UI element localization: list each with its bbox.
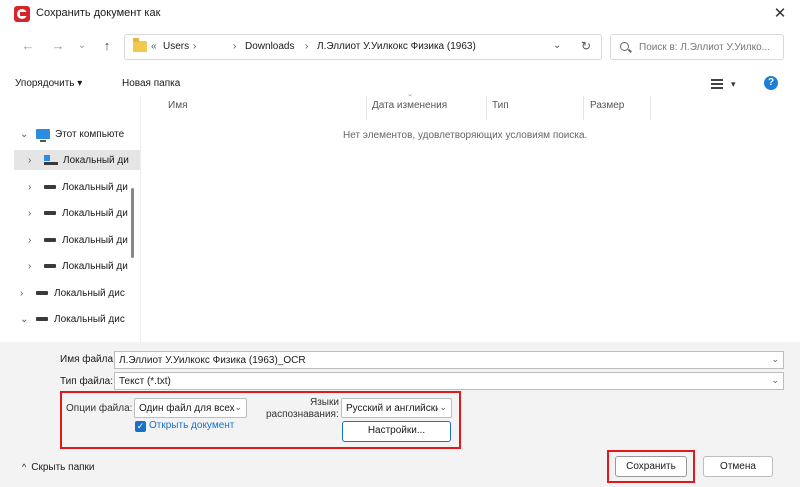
sidebar-item-this-pc[interactable]: ⌄ Этот компьюте — [20, 124, 140, 144]
back-button[interactable]: ← — [20, 38, 36, 54]
sidebar-item-label: Локальный дис — [54, 313, 125, 325]
cancel-button[interactable]: Отмена — [703, 456, 773, 477]
sidebar-item-local-disk[interactable]: › Локальный ди — [28, 230, 128, 250]
sidebar-item-local-disk[interactable]: › Локальный ди — [14, 150, 140, 170]
help-icon[interactable]: ? — [764, 76, 778, 90]
drive-icon — [44, 264, 56, 268]
breadcrumb-users[interactable]: Users — [163, 41, 189, 52]
title-bar: Сохранить документ как ✕ — [0, 0, 800, 28]
column-divider[interactable] — [486, 96, 487, 120]
breadcrumb-current-folder[interactable]: Л.Эллиот У.Уилкокс Физика (1963) — [317, 41, 476, 52]
search-icon — [620, 42, 629, 51]
window-title: Сохранить документ как — [36, 7, 161, 19]
sidebar-item-label: Локальный дис — [54, 287, 125, 299]
languages-label-line2: распознавания: — [266, 409, 339, 420]
chevron-right-icon[interactable]: › — [20, 288, 30, 299]
recent-locations-button[interactable]: ⌄ — [74, 38, 90, 54]
chevron-down-icon[interactable]: ⌄ — [771, 354, 779, 365]
system-drive-icon — [44, 155, 58, 165]
languages-value: Русский и английски — [346, 403, 438, 414]
address-bar[interactable]: « Users › › Downloads › Л.Эллиот У.Уилко… — [124, 34, 602, 60]
close-button[interactable]: ✕ — [768, 3, 792, 25]
chevron-right-icon[interactable]: › — [28, 261, 38, 272]
drive-icon — [44, 211, 56, 215]
breadcrumb-overflow[interactable]: « — [151, 41, 157, 52]
search-box[interactable]: Поиск в: Л.Эллиот У.Уилко... — [610, 34, 784, 60]
drive-icon — [44, 238, 56, 242]
filetype-label: Тип файла: — [60, 376, 113, 387]
drive-icon — [44, 185, 56, 189]
languages-select[interactable]: Русский и английски ⌄ — [341, 398, 452, 418]
app-logo-icon — [14, 6, 30, 22]
chevron-up-icon: ^ — [22, 462, 27, 472]
chevron-down-icon[interactable]: ⌄ — [234, 402, 242, 413]
sidebar-item-label: Локальный ди — [62, 207, 128, 219]
file-options-select[interactable]: Один файл для всех ⌄ — [134, 398, 247, 418]
save-button[interactable]: Сохранить — [615, 456, 687, 477]
languages-label-line1: Языки — [310, 397, 339, 408]
chevron-down-icon[interactable]: ⌄ — [771, 375, 779, 386]
file-options-value: Один файл для всех — [139, 403, 235, 414]
column-divider[interactable] — [583, 96, 584, 120]
drive-icon — [36, 317, 48, 321]
column-header-size[interactable]: Размер — [590, 100, 624, 111]
column-header-type[interactable]: Тип — [492, 100, 509, 111]
sort-indicator-icon: ⌄ — [407, 91, 413, 98]
view-options-icon[interactable] — [711, 79, 723, 89]
column-divider[interactable] — [650, 96, 651, 120]
view-dropdown-icon[interactable]: ▾ — [731, 79, 736, 90]
hide-folders-label: Скрыть папки — [31, 462, 95, 473]
hide-folders-button[interactable]: ^ Скрыть папки — [22, 462, 95, 473]
sidebar-item-label: Локальный ди — [62, 234, 128, 246]
filename-value[interactable]: Л.Эллиот У.Уилкокс Физика (1963)_OCR — [119, 355, 306, 366]
column-header-date[interactable]: Дата изменения — [372, 100, 447, 111]
settings-button[interactable]: Настройки... — [342, 421, 451, 442]
chevron-down-icon[interactable]: ⌄ — [20, 314, 30, 325]
sidebar-item-local-disk[interactable]: › Локальный ди — [28, 256, 128, 276]
filename-label: Имя файла: — [60, 354, 116, 365]
empty-list-message: Нет элементов, удовлетворяющих условиям … — [343, 130, 588, 141]
sidebar-item-local-disk[interactable]: › Локальный ди — [28, 177, 128, 197]
new-folder-button[interactable]: Новая папка — [122, 78, 180, 89]
computer-icon — [36, 129, 50, 142]
sidebar-item-label: Локальный ди — [63, 154, 129, 166]
pane-divider[interactable] — [140, 96, 141, 342]
search-input[interactable]: Поиск в: Л.Эллиот У.Уилко... — [639, 42, 770, 53]
breadcrumb-downloads[interactable]: Downloads — [245, 41, 294, 52]
sidebar-item-local-disk[interactable]: › Локальный дис — [20, 283, 140, 303]
breadcrumb-separator[interactable]: › — [193, 41, 196, 52]
up-button[interactable]: ↑ — [99, 38, 115, 54]
filetype-value: Текст (*.txt) — [119, 376, 171, 387]
breadcrumb-separator[interactable]: › — [305, 41, 308, 52]
forward-button[interactable]: → — [50, 38, 66, 54]
chevron-right-icon[interactable]: › — [28, 208, 38, 219]
chevron-right-icon[interactable]: › — [28, 182, 38, 193]
open-document-label[interactable]: Открыть документ — [149, 420, 234, 431]
sidebar-item-local-disk[interactable]: ⌄ Локальный дис — [20, 309, 140, 329]
open-document-checkbox[interactable]: ✓ — [135, 421, 146, 432]
breadcrumb-separator[interactable]: › — [233, 41, 236, 52]
column-divider[interactable] — [366, 96, 367, 120]
organize-button[interactable]: Упорядочить ▾ — [15, 78, 82, 89]
column-header-name[interactable]: Имя — [168, 100, 187, 111]
chevron-down-icon[interactable]: ⌄ — [20, 129, 30, 140]
sidebar-item-local-disk[interactable]: › Локальный ди — [28, 203, 128, 223]
chevron-right-icon[interactable]: › — [28, 155, 38, 166]
file-options-label: Опции файла: — [66, 403, 133, 414]
sidebar-item-label: Локальный ди — [62, 260, 128, 272]
drive-icon — [36, 291, 48, 295]
folder-icon — [133, 38, 147, 52]
refresh-icon[interactable]: ↻ — [581, 39, 591, 53]
sidebar-item-label: Этот компьюте — [55, 128, 125, 140]
sidebar-item-label: Локальный ди — [62, 181, 128, 193]
chevron-down-icon[interactable]: ⌄ — [439, 402, 447, 413]
chevron-right-icon[interactable]: › — [28, 235, 38, 246]
filename-field[interactable]: Л.Эллиот У.Уилкокс Физика (1963)_OCR ⌄ — [114, 351, 784, 369]
filetype-select[interactable]: Текст (*.txt) ⌄ — [114, 372, 784, 390]
sidebar-scrollbar[interactable] — [131, 188, 134, 258]
address-dropdown-icon[interactable]: ⌄ — [553, 40, 561, 51]
